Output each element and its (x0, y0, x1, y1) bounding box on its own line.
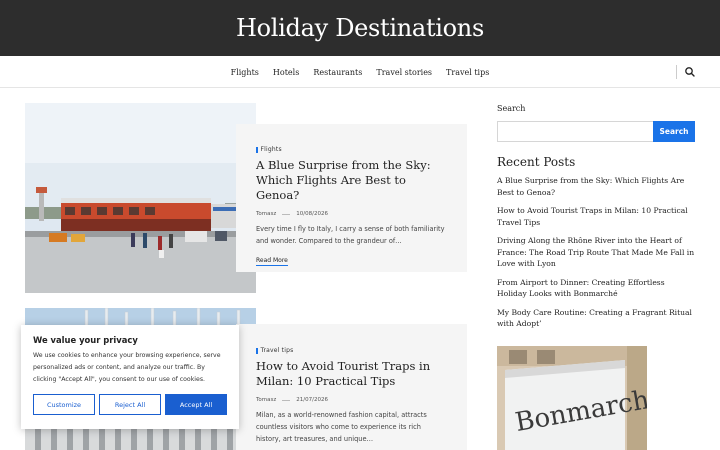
post-author[interactable]: Tomasz (256, 397, 276, 403)
nav-divider (676, 65, 677, 79)
post-category-label[interactable]: Travel tips (261, 347, 294, 354)
cookie-buttons: Customize Reject All Accept All (33, 394, 227, 415)
nav-link-travel-stories[interactable]: Travel stories (369, 68, 439, 77)
recent-post-link[interactable]: Driving Along the Rhône River into the H… (497, 235, 695, 270)
sidebar-promo-image[interactable]: Bonmarché (497, 346, 647, 450)
post-date: 10/08/2026 (296, 211, 328, 217)
search-icon[interactable] (684, 66, 696, 78)
nav-link-restaurants[interactable]: Restaurants (306, 68, 369, 77)
search-label: Search (497, 104, 526, 113)
nav-link-flights[interactable]: Flights (224, 68, 266, 77)
search-input[interactable] (497, 121, 653, 142)
nav-links: Flights Hotels Restaurants Travel storie… (0, 56, 720, 88)
post-category[interactable]: Flights (256, 146, 447, 153)
post-card-1: Flights A Blue Surprise from the Sky: Wh… (236, 124, 467, 272)
post-author[interactable]: Tomasz (256, 211, 276, 217)
post-category-label[interactable]: Flights (261, 146, 282, 153)
post-card-2: Travel tips How to Avoid Tourist Traps i… (236, 324, 467, 450)
recent-posts-heading: Recent Posts (497, 155, 576, 169)
post-excerpt: Every time I fly to Italy, I carry a sen… (256, 225, 445, 245)
site-title[interactable]: Holiday Destinations (236, 14, 484, 42)
category-marker (256, 347, 258, 354)
nav-link-hotels[interactable]: Hotels (266, 68, 306, 77)
post-title[interactable]: How to Avoid Tourist Traps in Milan: 10 … (256, 359, 447, 389)
post-excerpt: Milan, as a world-renowned fashion capit… (256, 411, 427, 443)
cookie-text: We use cookies to enhance your browsing … (33, 352, 221, 383)
nav-link-travel-tips[interactable]: Travel tips (439, 68, 496, 77)
search-button[interactable]: Search (653, 121, 695, 142)
main-nav: Flights Hotels Restaurants Travel storie… (0, 56, 720, 88)
reject-all-button[interactable]: Reject All (99, 394, 161, 415)
search-form: Search (497, 121, 695, 142)
recent-posts-list: A Blue Surprise from the Sky: Which Flig… (497, 175, 695, 330)
recent-post-link[interactable]: How to Avoid Tourist Traps in Milan: 10 … (497, 205, 695, 228)
post-category[interactable]: Travel tips (256, 347, 447, 354)
read-more-link[interactable]: Read More (256, 257, 288, 266)
recent-post-link[interactable]: My Body Care Routine: Creating a Fragran… (497, 307, 695, 330)
customize-button[interactable]: Customize (33, 394, 95, 415)
recent-post-link[interactable]: From Airport to Dinner: Creating Effortl… (497, 277, 695, 300)
category-marker (256, 146, 258, 153)
cookie-consent-banner: We value your privacy We use cookies to … (21, 325, 239, 429)
meta-separator (282, 213, 291, 215)
site-header: Holiday Destinations (0, 0, 720, 56)
post-date: 21/07/2026 (296, 397, 328, 403)
post-meta: Tomasz 21/07/2026 (256, 397, 447, 403)
recent-post-link[interactable]: A Blue Surprise from the Sky: Which Flig… (497, 175, 695, 198)
post-title[interactable]: A Blue Surprise from the Sky: Which Flig… (256, 158, 447, 203)
cookie-title: We value your privacy (33, 335, 138, 345)
post-meta: Tomasz 10/08/2026 (256, 211, 447, 217)
sidebar: Search Search Recent Posts A Blue Surpri… (497, 104, 695, 337)
post-thumbnail-airport[interactable] (25, 103, 256, 293)
meta-separator (282, 399, 291, 401)
accept-all-button[interactable]: Accept All (165, 394, 227, 415)
